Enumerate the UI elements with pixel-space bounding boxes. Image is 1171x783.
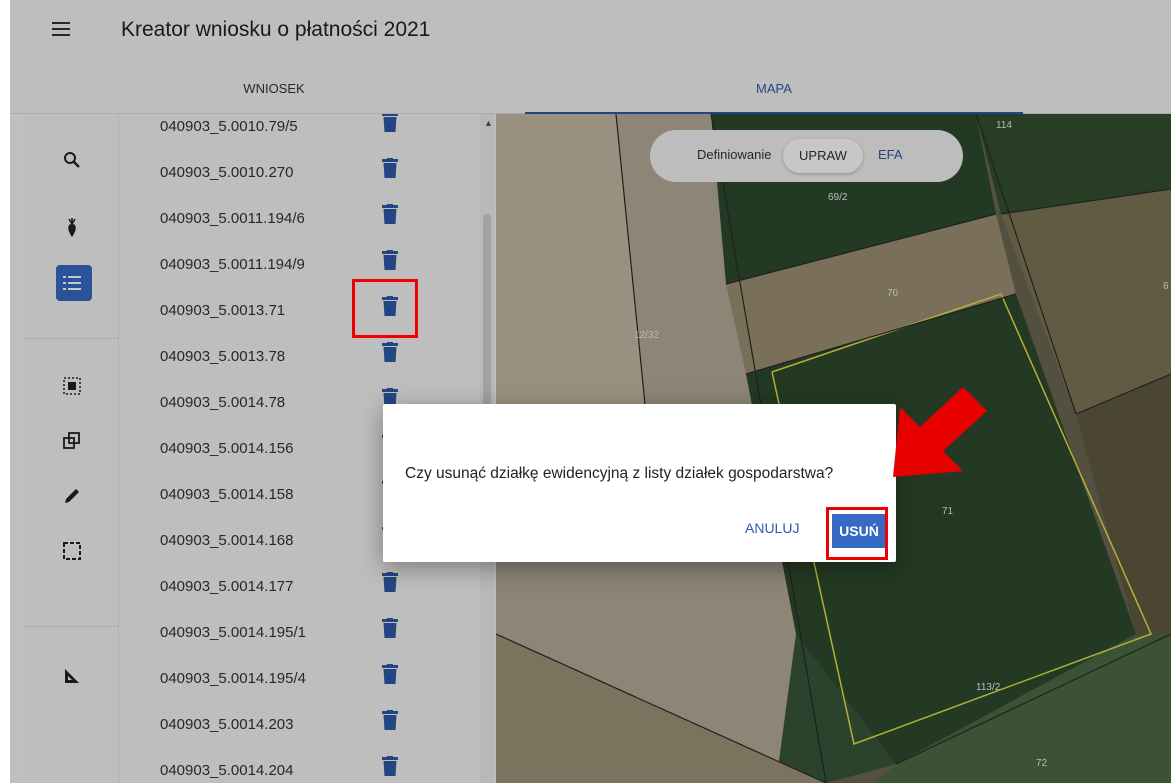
dialog-message: Czy usunąć działkę ewidencyjną z listy d… — [405, 465, 834, 482]
confirm-delete-dialog: Czy usunąć działkę ewidencyjną z listy d… — [383, 404, 896, 562]
highlight-trash-box — [352, 279, 418, 338]
red-arrow-icon — [893, 387, 987, 477]
modal-backdrop[interactable] — [10, 0, 1171, 783]
cancel-button[interactable]: ANULUJ — [745, 520, 799, 536]
highlight-confirm-box — [826, 507, 888, 560]
